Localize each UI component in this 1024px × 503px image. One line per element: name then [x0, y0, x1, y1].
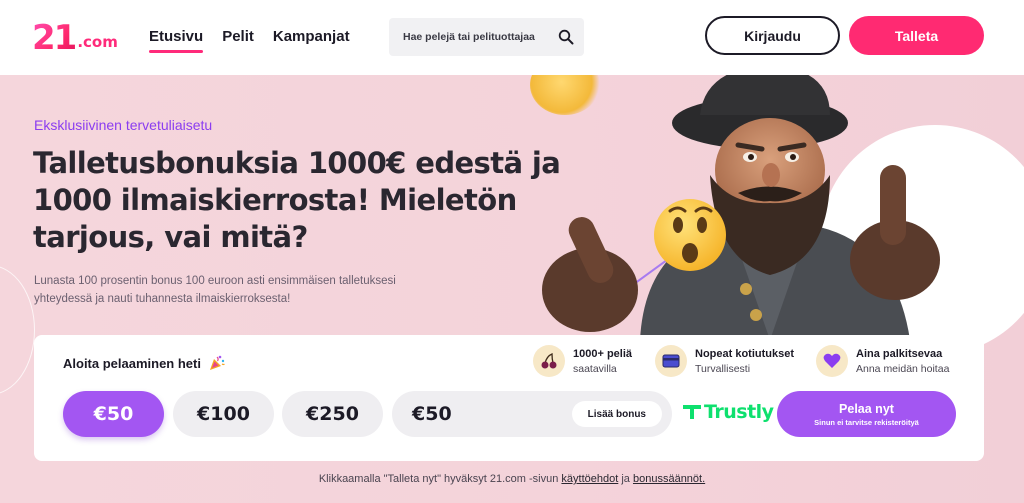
- play-now-button[interactable]: Pelaa nyt Sinun ei tarvitse rekisteröity…: [777, 391, 956, 437]
- hero-eyebrow: Eksklusiivinen tervetuliaisetu: [34, 117, 213, 133]
- search-box: [389, 18, 584, 56]
- nav-item-kampanjat[interactable]: Kampanjat: [273, 28, 350, 51]
- footnote-connector: ja: [621, 473, 630, 485]
- feature-withdrawals-subtitle: Turvallisesti: [695, 362, 751, 375]
- trustly-logo: Trustly: [683, 401, 774, 423]
- site-header: 21 .com Etusivu Pelit Kampanjat Kirjaudu…: [0, 0, 1024, 75]
- feature-withdrawals-title: Nopeat kotiutukset: [695, 347, 795, 360]
- logo-mark: 21: [32, 18, 77, 58]
- deposit-button[interactable]: Talleta: [849, 16, 984, 55]
- hero-headline: Talletusbonuksia 1000€ edestä ja 1000 il…: [33, 146, 561, 254]
- amount-input-value[interactable]: €50: [412, 403, 572, 425]
- site-logo[interactable]: 21 .com: [32, 18, 118, 58]
- nav-item-pelit[interactable]: Pelit: [222, 28, 254, 51]
- nav-item-etusivu[interactable]: Etusivu: [149, 28, 204, 53]
- play-now-label: Pelaa nyt: [839, 401, 894, 416]
- main-nav: Etusivu Pelit Kampanjat: [149, 28, 350, 53]
- amount-option-100[interactable]: €100: [173, 391, 274, 437]
- terms-footnote: Klikkaamalla "Talleta nyt" hyväksyt 21.c…: [0, 473, 1024, 485]
- add-bonus-button[interactable]: Lisää bonus: [571, 401, 662, 427]
- party-popper-icon: [209, 355, 225, 370]
- feature-withdrawals: Nopeat kotiutukset Turvallisesti: [655, 345, 794, 377]
- amount-option-250[interactable]: €250: [282, 391, 383, 437]
- deposit-card: Aloita pelaaminen heti 1000+ peliä saata…: [34, 335, 984, 461]
- play-now-sublabel: Sinun ei tarvitse rekisteröityä: [814, 417, 919, 427]
- logo-domain: .com: [77, 33, 118, 51]
- search-input[interactable]: [403, 31, 554, 43]
- footnote-text: Klikkaamalla "Talleta nyt" hyväksyt 21.c…: [318, 473, 559, 485]
- feature-rewards-subtitle: Anna meidän hoitaa: [856, 362, 950, 375]
- feature-games: 1000+ peliä saatavilla: [533, 345, 632, 377]
- login-button[interactable]: Kirjaudu: [705, 16, 840, 55]
- feature-games-subtitle: saatavilla: [573, 362, 617, 375]
- feature-rewards: Aina palkitsevaa Anna meidän hoitaa: [816, 345, 949, 377]
- feature-games-title: 1000+ peliä: [573, 347, 633, 360]
- character-illustration: [542, 75, 940, 340]
- hero-subtext: Lunasta 100 prosentin bonus 100 euroon a…: [34, 275, 396, 305]
- card-icon: [655, 345, 687, 377]
- amount-option-50[interactable]: €50: [63, 391, 164, 437]
- feature-rewards-title: Aina palkitsevaa: [856, 347, 943, 360]
- trustly-mark-icon: [683, 405, 701, 419]
- amount-input[interactable]: €50 Lisää bonus: [392, 391, 672, 437]
- card-title-text: Aloita pelaaminen heti: [63, 355, 201, 371]
- bonus-rules-link[interactable]: bonussäännöt.: [633, 473, 705, 485]
- cherries-icon: [533, 345, 565, 377]
- hero-section: Eksklusiivinen tervetuliaisetu Talletusb…: [0, 75, 1024, 503]
- card-title: Aloita pelaaminen heti: [63, 354, 226, 372]
- decorative-ring: [0, 265, 35, 395]
- search-icon[interactable]: [558, 29, 574, 45]
- terms-link[interactable]: käyttöehdot: [561, 473, 618, 485]
- heart-icon: [816, 345, 848, 377]
- trustly-wordmark: Trustly: [704, 401, 774, 423]
